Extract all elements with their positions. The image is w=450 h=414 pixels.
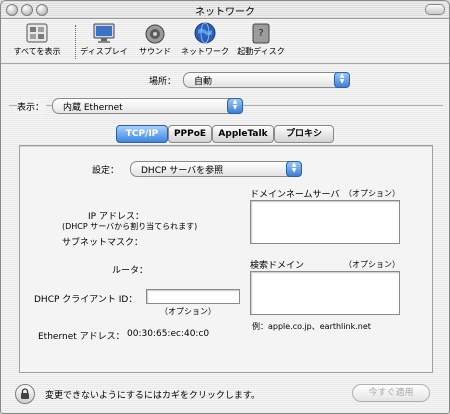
toolbar-item-sound[interactable]: サウンド bbox=[133, 21, 177, 57]
startup-disk-icon: ? bbox=[249, 21, 273, 45]
show-value: 内蔵 Ethernet bbox=[63, 103, 123, 113]
tab-pppoe[interactable]: PPPoE bbox=[168, 125, 212, 143]
dns-label: ドメインネームサーバ bbox=[250, 190, 340, 200]
popup-arrows-icon: ▲ ▼ bbox=[227, 98, 243, 114]
ethernet-address-label: Ethernet アドレス： bbox=[38, 332, 125, 342]
tab-tcpip[interactable]: TCP/IP bbox=[116, 125, 168, 143]
display-icon bbox=[92, 21, 116, 45]
toolbar-item-label: ディスプレイ bbox=[80, 47, 128, 56]
toolbar: すべてを表示 ディスプレイ サウンド ネットワーク ? 起動ディスク bbox=[1, 19, 449, 64]
toolbar-item-label: サウンド bbox=[139, 47, 171, 56]
toolbar-item-label: ネットワーク bbox=[181, 47, 229, 56]
status-bar: 変更できないようにするにはカギをクリックします。 今すぐ適用 bbox=[1, 376, 449, 413]
location-popup[interactable]: 自動 ▲ ▼ bbox=[183, 72, 350, 88]
lock-icon bbox=[21, 388, 29, 399]
toolbar-item-show-all[interactable]: すべてを表示 bbox=[7, 21, 67, 57]
ethernet-address-value: 00:30:65:ec:40:c0 bbox=[127, 329, 210, 339]
network-icon bbox=[193, 21, 217, 45]
toolbar-item-label: すべてを表示 bbox=[13, 47, 61, 56]
apply-now-button[interactable]: 今すぐ適用 bbox=[352, 384, 430, 402]
svg-text:?: ? bbox=[258, 28, 263, 39]
toolbar-toggle-button[interactable] bbox=[425, 4, 445, 15]
show-all-icon bbox=[25, 21, 49, 45]
preferences-window: ネットワーク すべてを表示 ディスプレイ サウンド ネットワーク ? 起動ディス… bbox=[0, 0, 450, 414]
dhcp-client-id-optional: （オプション） bbox=[160, 307, 216, 316]
lock-text: 変更できないようにするにはカギをクリックします。 bbox=[45, 391, 261, 401]
dns-servers-field[interactable] bbox=[250, 200, 400, 244]
location-label: 場所： bbox=[149, 77, 177, 87]
search-domains-field[interactable] bbox=[250, 271, 400, 315]
ip-address-note: (DHCP サーバから割り当てられます) bbox=[62, 222, 198, 231]
config-popup[interactable]: DHCP サーバを参照 ▲ ▼ bbox=[130, 161, 302, 177]
config-value: DHCP サーバを参照 bbox=[141, 166, 224, 176]
show-label: 表示： bbox=[17, 100, 47, 113]
dhcp-client-id-label: DHCP クライアント ID： bbox=[34, 295, 138, 305]
popup-arrows-icon: ▲ ▼ bbox=[286, 161, 302, 177]
subnet-mask-label: サブネットマスク： bbox=[62, 238, 144, 248]
tcpip-panel: 設定： DHCP サーバを参照 ▲ ▼ IP アドレス： (DHCP サーバから割… bbox=[19, 145, 433, 373]
config-label: 設定： bbox=[92, 166, 120, 176]
search-domains-optional: （オプション） bbox=[344, 260, 400, 269]
lock-button[interactable] bbox=[15, 384, 35, 404]
sound-icon bbox=[143, 21, 167, 45]
location-value: 自動 bbox=[194, 77, 213, 87]
toolbar-separator bbox=[75, 25, 76, 59]
popup-arrows-icon: ▲ ▼ bbox=[334, 72, 350, 88]
title-bar: ネットワーク bbox=[1, 1, 449, 19]
example-text: 例：apple.co.jp、earthlink.net bbox=[252, 322, 371, 331]
toolbar-item-network[interactable]: ネットワーク bbox=[179, 21, 231, 57]
router-label: ルータ： bbox=[112, 266, 149, 276]
dns-optional: （オプション） bbox=[344, 189, 400, 198]
tab-proxy[interactable]: プロキシ bbox=[274, 125, 334, 143]
tab-appletalk[interactable]: AppleTalk bbox=[212, 125, 274, 143]
search-domains-label: 検索ドメイン bbox=[250, 261, 305, 271]
window-title: ネットワーク bbox=[195, 7, 255, 18]
toolbar-item-label: 起動ディスク bbox=[237, 47, 285, 56]
toolbar-item-display[interactable]: ディスプレイ bbox=[79, 21, 129, 57]
dhcp-client-id-input[interactable] bbox=[146, 289, 240, 304]
show-popup[interactable]: 内蔵 Ethernet ▲ ▼ bbox=[52, 98, 243, 114]
toolbar-item-startup-disk[interactable]: ? 起動ディスク bbox=[235, 21, 287, 57]
